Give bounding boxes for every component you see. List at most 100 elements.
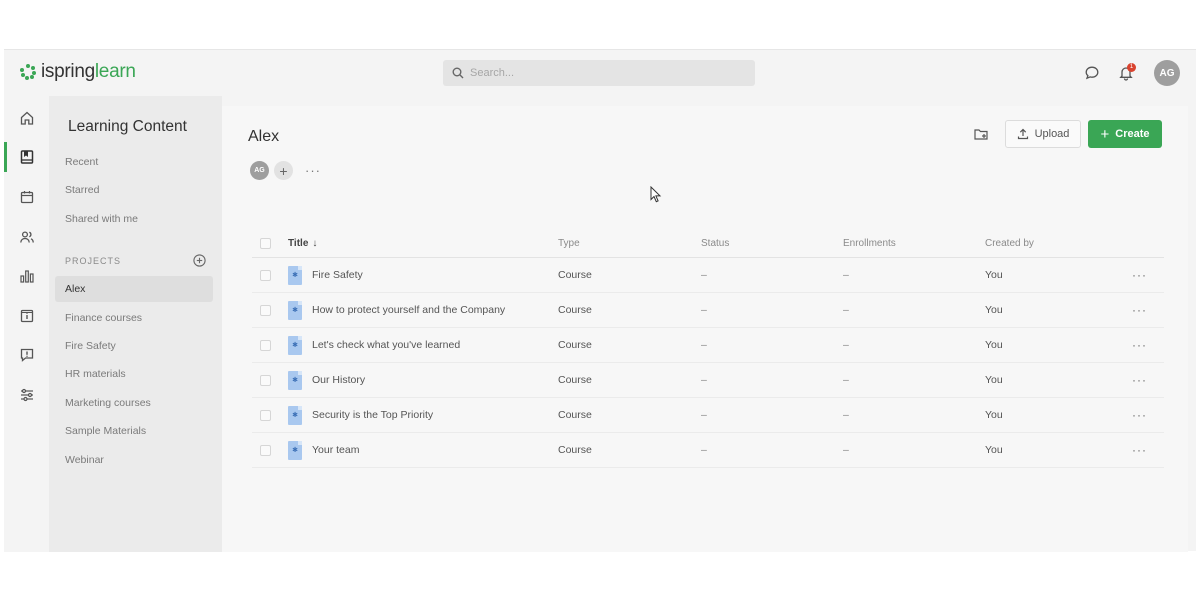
more-options-button[interactable]: ··· bbox=[305, 163, 321, 178]
table-row[interactable]: ✱ Security is the Top Priority Course – –… bbox=[252, 398, 1164, 433]
row-title[interactable]: Let's check what you've learned bbox=[312, 339, 460, 351]
users-icon[interactable] bbox=[4, 219, 49, 255]
row-checkbox[interactable] bbox=[260, 374, 271, 386]
projects-label: PROJECTS bbox=[65, 255, 122, 266]
sidebar-item-shared[interactable]: Shared with me bbox=[55, 206, 213, 232]
toolbar: Upload + Create bbox=[967, 120, 1162, 148]
row-enrollments: – bbox=[843, 409, 849, 421]
content-icon[interactable] bbox=[4, 139, 49, 175]
row-created-by: You bbox=[985, 374, 1003, 386]
row-more-button[interactable]: ··· bbox=[1132, 373, 1147, 387]
course-icon: ✱ bbox=[288, 335, 302, 355]
project-item-alex[interactable]: Alex bbox=[55, 276, 213, 302]
row-checkbox[interactable] bbox=[260, 409, 271, 421]
row-title[interactable]: How to protect yourself and the Company bbox=[312, 304, 505, 316]
course-icon: ✱ bbox=[288, 300, 302, 320]
row-title[interactable]: Fire Safety bbox=[312, 269, 363, 281]
icon-rail bbox=[4, 96, 49, 552]
row-type: Course bbox=[558, 444, 592, 456]
project-item-sample[interactable]: Sample Materials bbox=[55, 418, 213, 444]
row-created-by: You bbox=[985, 409, 1003, 421]
row-created-by: You bbox=[985, 304, 1003, 316]
feedback-icon[interactable] bbox=[4, 337, 49, 373]
project-item-webinar[interactable]: Webinar bbox=[55, 447, 213, 473]
column-enrollments-header[interactable]: Enrollments bbox=[843, 238, 896, 249]
content-table: Title ↓ Type Status Enrollments Created … bbox=[252, 230, 1164, 468]
course-icon: ✱ bbox=[288, 370, 302, 390]
table-row[interactable]: ✱ Fire Safety Course – – You ··· bbox=[252, 258, 1164, 293]
search-bar[interactable] bbox=[443, 60, 755, 86]
create-label: Create bbox=[1115, 128, 1150, 140]
row-more-button[interactable]: ··· bbox=[1132, 303, 1147, 317]
row-title[interactable]: Your team bbox=[312, 444, 359, 456]
mouse-cursor-icon bbox=[650, 186, 662, 203]
column-created-header[interactable]: Created by bbox=[985, 238, 1034, 249]
row-created-by: You bbox=[985, 269, 1003, 281]
search-icon bbox=[452, 67, 464, 79]
upload-label: Upload bbox=[1034, 128, 1070, 140]
table-row[interactable]: ✱ Let's check what you've learned Course … bbox=[252, 328, 1164, 363]
sidebar: Learning Content Recent Starred Shared w… bbox=[49, 96, 222, 552]
row-more-button[interactable]: ··· bbox=[1132, 443, 1147, 457]
sidebar-item-recent[interactable]: Recent bbox=[55, 149, 213, 175]
brand-name-part1: ispring bbox=[41, 61, 95, 82]
row-checkbox[interactable] bbox=[260, 269, 271, 281]
add-member-button[interactable]: + bbox=[274, 161, 293, 180]
upload-icon bbox=[1017, 128, 1028, 140]
column-title-label: Title bbox=[288, 238, 309, 249]
row-checkbox[interactable] bbox=[260, 304, 271, 316]
project-item-finance[interactable]: Finance courses bbox=[55, 305, 213, 331]
new-folder-icon[interactable] bbox=[967, 120, 995, 148]
row-type: Course bbox=[558, 304, 592, 316]
column-status-header[interactable]: Status bbox=[701, 238, 729, 249]
select-all-checkbox[interactable] bbox=[260, 238, 271, 249]
info-icon[interactable] bbox=[4, 298, 49, 334]
course-icon: ✱ bbox=[288, 405, 302, 425]
chat-icon[interactable] bbox=[1078, 59, 1106, 87]
calendar-icon[interactable] bbox=[4, 179, 49, 215]
column-title-header[interactable]: Title ↓ bbox=[288, 238, 317, 249]
user-avatar[interactable]: AG bbox=[1154, 60, 1180, 86]
logo-icon bbox=[20, 64, 36, 80]
row-more-button[interactable]: ··· bbox=[1132, 268, 1147, 282]
notification-badge: 1 bbox=[1127, 63, 1136, 72]
row-title[interactable]: Security is the Top Priority bbox=[312, 409, 433, 421]
row-more-button[interactable]: ··· bbox=[1132, 338, 1147, 352]
sidebar-item-starred[interactable]: Starred bbox=[55, 177, 213, 203]
add-project-icon[interactable] bbox=[193, 254, 206, 267]
table-row[interactable]: ✱ Our History Course – – You ··· bbox=[252, 363, 1164, 398]
projects-header: PROJECTS bbox=[65, 254, 206, 267]
logo-text: ispringlearn bbox=[41, 62, 136, 82]
reports-icon[interactable] bbox=[4, 258, 49, 294]
row-checkbox[interactable] bbox=[260, 444, 271, 456]
top-bar: ispringlearn 1 AG bbox=[4, 50, 1196, 96]
page-title: Alex bbox=[248, 128, 280, 145]
project-item-hr[interactable]: HR materials bbox=[55, 361, 213, 387]
brand-name-part2: learn bbox=[94, 61, 136, 82]
row-created-by: You bbox=[985, 339, 1003, 351]
member-avatar[interactable]: AG bbox=[250, 161, 269, 180]
row-status: – bbox=[701, 339, 707, 351]
row-status: – bbox=[701, 304, 707, 316]
home-icon[interactable] bbox=[4, 100, 49, 136]
row-more-button[interactable]: ··· bbox=[1132, 408, 1147, 422]
table-row[interactable]: ✱ Your team Course – – You ··· bbox=[252, 433, 1164, 468]
search-input[interactable] bbox=[470, 67, 740, 79]
project-item-marketing[interactable]: Marketing courses bbox=[55, 390, 213, 416]
table-row[interactable]: ✱ How to protect yourself and the Company… bbox=[252, 293, 1164, 328]
create-button[interactable]: + Create bbox=[1088, 120, 1162, 148]
row-checkbox[interactable] bbox=[260, 339, 271, 351]
column-type-header[interactable]: Type bbox=[558, 238, 580, 249]
course-icon: ✱ bbox=[288, 265, 302, 285]
row-created-by: You bbox=[985, 444, 1003, 456]
project-item-fire-safety[interactable]: Fire Safety bbox=[55, 333, 213, 359]
row-title[interactable]: Our History bbox=[312, 374, 365, 386]
upload-button[interactable]: Upload bbox=[1005, 120, 1081, 148]
row-enrollments: – bbox=[843, 374, 849, 386]
row-type: Course bbox=[558, 409, 592, 421]
settings-icon[interactable] bbox=[4, 377, 49, 413]
row-status: – bbox=[701, 409, 707, 421]
row-type: Course bbox=[558, 339, 592, 351]
notifications-button[interactable]: 1 bbox=[1112, 59, 1140, 87]
logo[interactable]: ispringlearn bbox=[20, 62, 136, 82]
